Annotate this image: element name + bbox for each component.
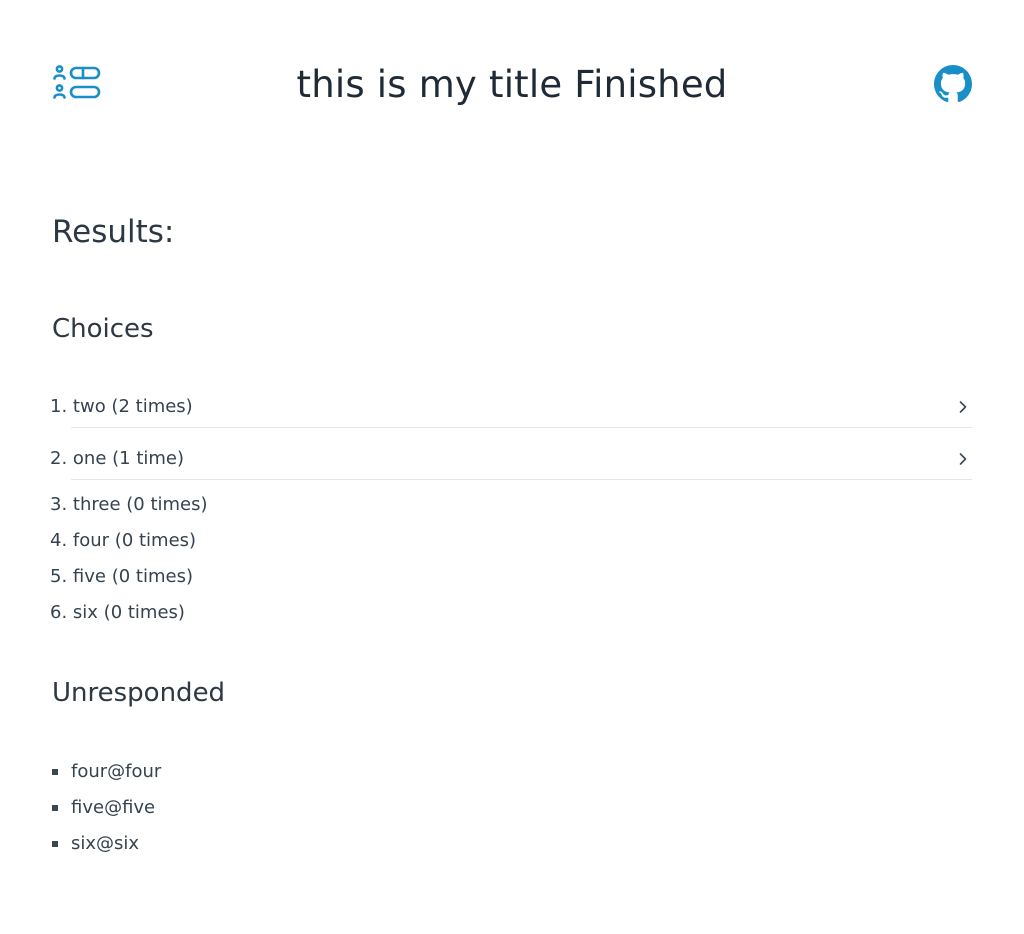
divider bbox=[71, 479, 972, 480]
choice-number: 6. bbox=[50, 602, 68, 623]
chevron-right-icon bbox=[959, 453, 967, 465]
choice-number: 5. bbox=[50, 566, 68, 587]
choice-label: six (0 times) bbox=[72, 602, 185, 623]
divider bbox=[71, 427, 972, 428]
unresponded-item: six@six bbox=[52, 826, 161, 862]
choice-label: four (0 times) bbox=[72, 530, 197, 551]
unresponded-email: six@six bbox=[71, 833, 140, 854]
choice-label: three (0 times) bbox=[72, 494, 208, 515]
choice-item-three: 3. three (0 times) bbox=[50, 487, 972, 523]
choice-item-five: 5. five (0 times) bbox=[50, 559, 972, 595]
choice-number: 1. bbox=[50, 396, 68, 417]
choice-toggle-one[interactable]: 2. one (1 time) bbox=[50, 435, 972, 483]
unresponded-item: four@four bbox=[52, 754, 161, 790]
choice-number: 2. bbox=[50, 448, 68, 469]
unresponded-list: four@four five@five six@six bbox=[52, 754, 161, 862]
choice-number: 3. bbox=[50, 494, 68, 515]
choice-label: five (0 times) bbox=[72, 566, 193, 587]
choice-item-two: 1. two (2 times) bbox=[50, 383, 972, 435]
bullet-icon bbox=[52, 805, 58, 811]
results-heading: Results: bbox=[52, 214, 175, 250]
choice-toggle-two[interactable]: 1. two (2 times) bbox=[50, 383, 972, 431]
unresponded-heading: Unresponded bbox=[52, 678, 226, 708]
choice-label: one (1 time) bbox=[72, 448, 185, 469]
unresponded-email: five@five bbox=[71, 797, 156, 818]
page-title: this is my title Finished bbox=[296, 63, 728, 106]
choice-list: 1. two (2 times) 2. one (1 time) 3. thre… bbox=[50, 383, 972, 631]
choice-item-one: 2. one (1 time) bbox=[50, 435, 972, 487]
page: this is my title Finished Results: Choic… bbox=[0, 0, 1024, 934]
bullet-icon bbox=[52, 769, 58, 775]
github-icon[interactable] bbox=[934, 65, 972, 103]
chevron-right-icon bbox=[959, 401, 967, 413]
choice-label: two (2 times) bbox=[72, 396, 193, 417]
choice-item-four: 4. four (0 times) bbox=[50, 523, 972, 559]
unresponded-email: four@four bbox=[71, 761, 162, 782]
choices-heading: Choices bbox=[52, 314, 154, 344]
unresponded-item: five@five bbox=[52, 790, 161, 826]
choice-item-six: 6. six (0 times) bbox=[50, 595, 972, 631]
bullet-icon bbox=[52, 841, 58, 847]
choice-number: 4. bbox=[50, 530, 68, 551]
